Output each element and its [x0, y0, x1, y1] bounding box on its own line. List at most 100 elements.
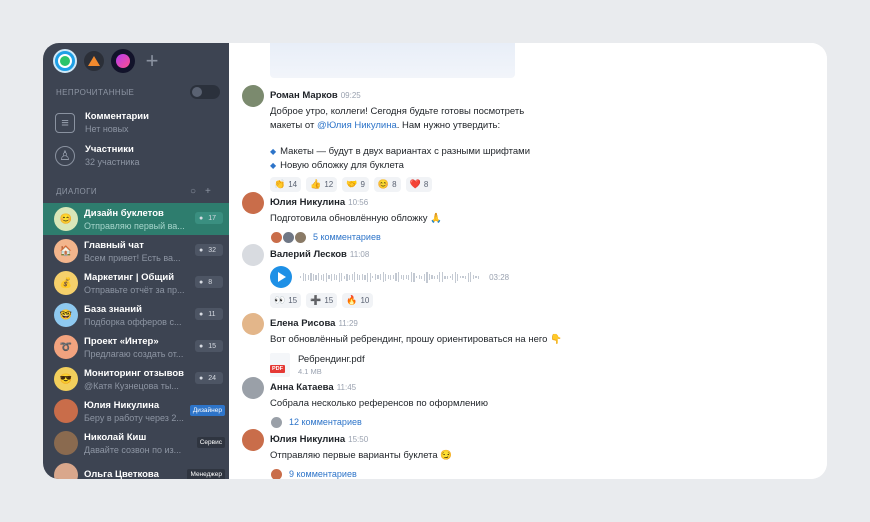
waveform-bar	[472, 275, 474, 279]
message-author[interactable]: Елена Рисова	[270, 318, 335, 329]
dialog-title: Дизайн буклетов	[84, 207, 164, 219]
count-value: 15	[208, 342, 217, 350]
dialog-item[interactable]: 🏠 Главный чат Всем привет! Есть ва... ● 32	[43, 235, 229, 267]
avatar[interactable]	[242, 244, 264, 266]
unread-toggle[interactable]	[190, 85, 220, 99]
dialog-item[interactable]: ➰ Проект «Интер» Предлагаю создать от... ● 1…	[43, 331, 229, 363]
avatar[interactable]	[242, 313, 264, 335]
reaction-chip[interactable]: 👏 14	[270, 177, 302, 192]
reaction-chip[interactable]: 👀 15	[270, 293, 302, 308]
waveform-bar	[410, 272, 413, 282]
avatar[interactable]	[242, 377, 264, 399]
message-text: Вот обновлённый ребрендинг, прошу ориент…	[270, 334, 562, 345]
count-value: 11	[208, 310, 216, 318]
reaction-emoji: 👏	[274, 179, 286, 189]
comments-link[interactable]: 9 комментариев	[289, 469, 357, 479]
avatar: 😊	[54, 207, 78, 231]
avatar: 😎	[54, 367, 78, 391]
message-time: 11:08	[349, 250, 370, 259]
avatar[interactable]	[242, 85, 264, 107]
waveform-bar	[467, 272, 469, 282]
dialog-preview: Отправляю первый ва...	[84, 220, 185, 231]
message-author[interactable]: Валерий Лесков	[270, 249, 347, 260]
add-workspace-icon[interactable]: +	[140, 49, 164, 73]
message: Роман Марков 09:25 Доброе утро, коллеги! …	[242, 85, 810, 192]
member-count-badge: ● 11	[195, 308, 223, 320]
file-attachment[interactable]: PDF Ребрендинг.pdf 4.1 MB	[270, 352, 810, 377]
add-dialog-icon[interactable]: +	[205, 186, 211, 197]
waveform-bar	[449, 276, 451, 278]
comments-link[interactable]: 5 комментариев	[313, 232, 381, 242]
waveform-bar	[431, 275, 433, 279]
comments-thread[interactable]: 5 комментариев	[270, 230, 810, 244]
workspace-green-icon[interactable]	[53, 49, 77, 73]
diamond-icon: ◆	[270, 160, 277, 170]
person-icon: ●	[199, 278, 204, 286]
dialog-preview: @Катя Кузнецова ты...	[84, 380, 179, 391]
waveform-bar	[328, 275, 330, 279]
count-value: 32	[208, 246, 217, 254]
members-row[interactable]: ♙ Участники 32 участника	[55, 144, 139, 167]
dialog-item[interactable]: Ольга Цветкова Менеджер	[43, 459, 229, 479]
person-icon: ●	[199, 342, 204, 350]
dialog-item[interactable]: Юлия Никулина Беру в работу через 2... Диз…	[43, 395, 229, 427]
play-icon[interactable]	[270, 266, 292, 288]
waveform-bar	[416, 276, 418, 278]
waveform-bar	[369, 272, 371, 282]
message: Анна Катаева 11:45 Собрала несколько рефе…	[242, 377, 810, 429]
message: Елена Рисова 11:29 Вот обновлённый ребрен…	[242, 313, 810, 377]
person-icon: ●	[199, 246, 204, 254]
voice-waveform[interactable]	[300, 270, 480, 284]
reaction-emoji: 👀	[274, 295, 286, 305]
comments-link[interactable]: 12 комментариев	[289, 417, 362, 427]
waveform-bar	[436, 275, 438, 279]
reaction-chip[interactable]: ➕ 15	[306, 293, 338, 308]
waveform-bar	[413, 272, 415, 282]
waveform-bar	[343, 275, 346, 279]
file-name[interactable]: Ребрендинг.pdf	[298, 354, 365, 365]
dialog-preview: Беру в работу через 2...	[84, 412, 184, 423]
dialog-item[interactable]: 🤓 База знаний Подборка офферов с... ● 11	[43, 299, 229, 331]
dialog-item[interactable]: 💰 Маркетинг | Общий Отправьте отчёт за пр.…	[43, 267, 229, 299]
waveform-bar	[405, 275, 407, 279]
waveform-bar	[318, 273, 320, 281]
message-author[interactable]: Анна Катаева	[270, 382, 334, 393]
comments-thread[interactable]: 9 комментариев	[270, 467, 810, 479]
reaction-count: 14	[288, 180, 298, 189]
waveform-bar	[382, 272, 384, 282]
message-author[interactable]: Юлия Никулина	[270, 197, 345, 208]
avatar	[270, 415, 283, 429]
avatar[interactable]	[242, 429, 264, 451]
comments-thread[interactable]: 12 комментариев	[270, 415, 810, 429]
waveform-bar	[320, 274, 322, 280]
reaction-chip[interactable]: 🔥 10	[342, 293, 374, 308]
dialog-title: Маркетинг | Общий	[84, 271, 175, 283]
comments-row[interactable]: ≡ Комментарии Нет новых	[55, 111, 149, 134]
waveform-bar	[302, 273, 304, 281]
search-icon[interactable]: ○	[190, 186, 196, 197]
mention-link[interactable]: @Юлия Никулина	[317, 120, 397, 131]
image-attachment[interactable]	[270, 43, 515, 78]
message-author[interactable]: Юлия Никулина	[270, 434, 345, 445]
waveform-bar	[408, 274, 410, 280]
waveform-bar	[351, 274, 353, 280]
waveform-bar	[421, 275, 423, 279]
workspace-orange-icon[interactable]	[82, 49, 106, 73]
message-author[interactable]: Роман Марков	[270, 90, 338, 101]
avatar[interactable]	[242, 192, 264, 214]
member-count-badge: ● 15	[195, 340, 223, 352]
waveform-bar	[348, 274, 351, 280]
comments-title: Комментарии	[85, 111, 149, 122]
dialog-item[interactable]: 😎 Мониторинг отзывов @Катя Кузнецова ты...…	[43, 363, 229, 395]
reaction-chip[interactable]: ❤️ 8	[405, 177, 433, 192]
bullet-text: Макеты — будут в двух вариантах с разным…	[280, 146, 531, 157]
waveform-bar	[395, 273, 397, 281]
dialog-item[interactable]: 😊 Дизайн буклетов Отправляю первый ва... ● 1…	[43, 203, 229, 235]
reaction-chip[interactable]: 🤝 9	[342, 177, 369, 192]
reaction-chip[interactable]: 👍 12	[306, 177, 338, 192]
workspace-purple-icon[interactable]	[111, 49, 135, 73]
dialog-item[interactable]: Николай Киш Давайте созвон по из... Сервис	[43, 427, 229, 459]
reaction-chip[interactable]: 😊 8	[373, 177, 401, 192]
dialog-title: Ольга Цветкова	[84, 468, 159, 480]
reaction-count: 8	[392, 180, 397, 189]
